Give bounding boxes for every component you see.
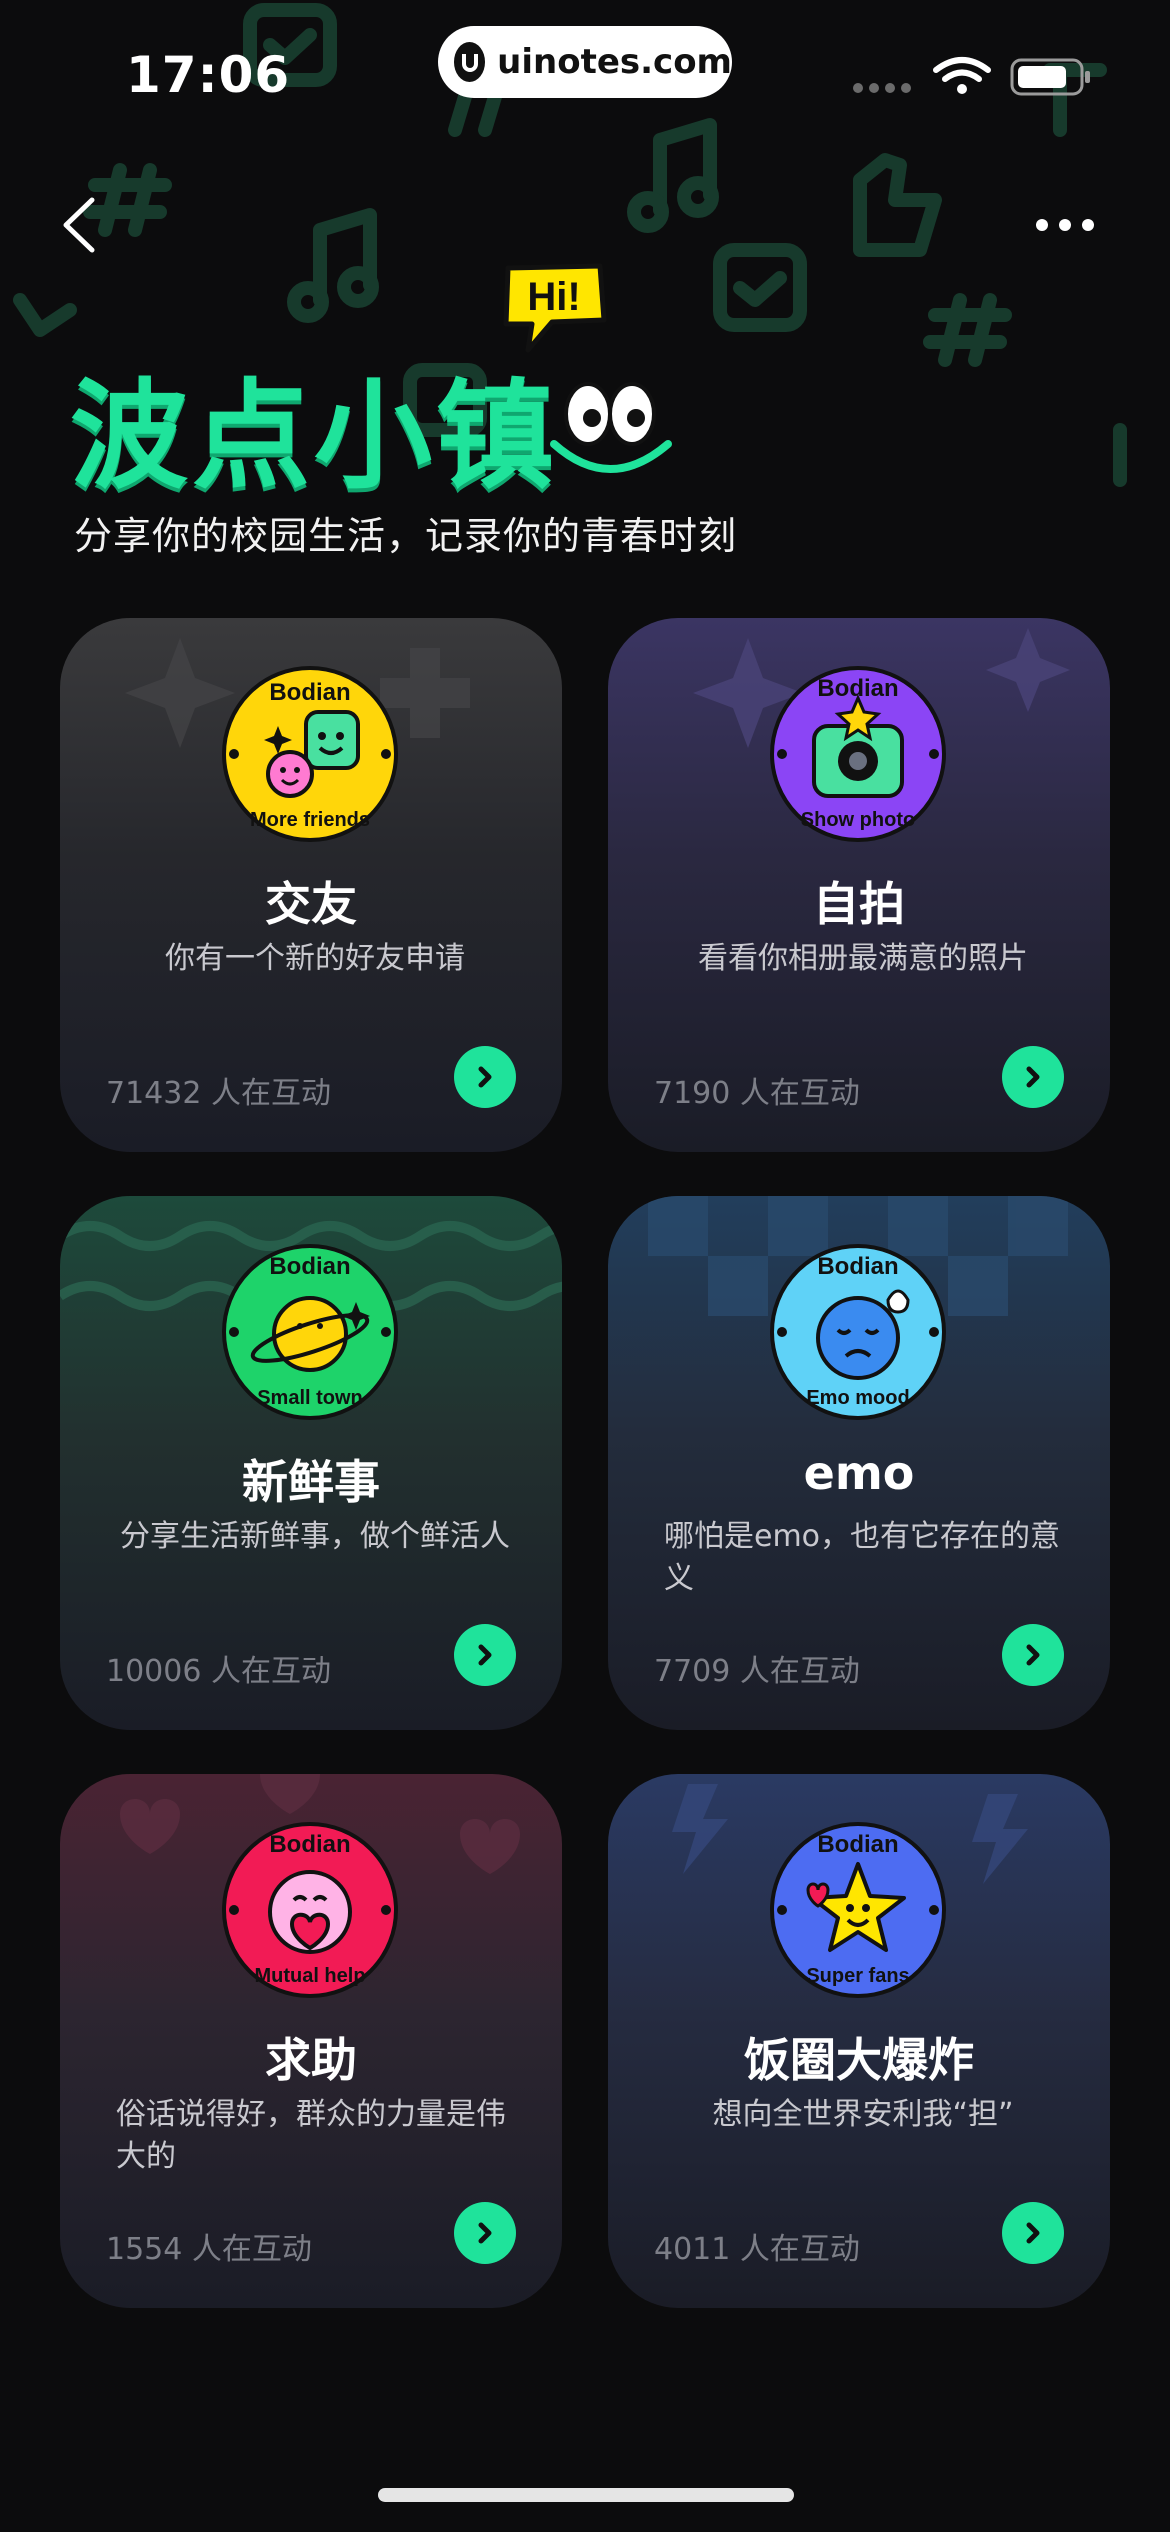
badge-bottom-text: Emo mood <box>806 1387 909 1409</box>
signal-icon <box>853 83 911 93</box>
topic-card-friends[interactable]: Bodian More friends 交友 你有一个新的好友申请 71432 … <box>60 618 562 1152</box>
topic-card-help[interactable]: Bodian Mutual help 求助 俗话说得好，群众的力量是伟大的 15… <box>60 1774 562 2308</box>
card-description: 哪怕是emo，也有它存在的意义 <box>664 1519 1061 1596</box>
topic-card-super-fans[interactable]: Bodian Super fans 饭圈大爆炸 想向全世界安利我“担” 4011… <box>608 1774 1110 2308</box>
card-interaction-count: 10006 人在互动 <box>106 1654 331 1689</box>
status-time: 17:06 <box>126 46 291 104</box>
card-go-button[interactable] <box>454 2202 516 2264</box>
hi-speech-bubble: Hi! <box>503 263 607 353</box>
badge-mutual-help-icon: Bodian Mutual help <box>222 1822 398 1998</box>
card-interaction-count: 1554 人在互动 <box>106 2232 312 2267</box>
chevron-right-icon <box>1026 1644 1040 1666</box>
home-indicator[interactable] <box>378 2488 794 2502</box>
more-ellipsis-icon[interactable] <box>1030 200 1100 250</box>
badge-small-town-icon: Bodian Small town <box>222 1244 398 1420</box>
card-go-button[interactable] <box>1002 1046 1064 1108</box>
card-description: 看看你相册最满意的照片 <box>698 941 1028 976</box>
topic-card-news[interactable]: Bodian Small town 新鲜事 分享生活新鲜事，做个鲜活人 1000… <box>60 1196 562 1730</box>
card-interaction-count: 7190 人在互动 <box>654 1076 860 1111</box>
battery-icon <box>1010 58 1090 96</box>
card-go-button[interactable] <box>1002 2202 1064 2264</box>
badge-more-friends-icon: Bodian More friends <box>222 666 398 842</box>
wifi-icon <box>933 57 991 82</box>
card-description: 分享生活新鲜事，做个鲜活人 <box>120 1519 510 1554</box>
card-title: 新鲜事 <box>242 1455 380 1509</box>
page-subtitle: 分享你的校园生活，记录你的青春时刻 <box>74 514 738 558</box>
smiley-eyes-icon <box>550 382 672 473</box>
badge-super-fans-icon: Bodian Super fans <box>770 1822 946 1998</box>
badge-top-text: Bodian <box>817 675 898 702</box>
card-description: 俗话说得好，群众的力量是伟大的 <box>116 2097 506 2174</box>
card-title: 交友 <box>265 877 357 931</box>
badge-top-text: Bodian <box>269 1253 350 1280</box>
badge-bottom-text: Show photo <box>801 809 915 831</box>
badge-top-text: Bodian <box>269 1831 350 1858</box>
url-text: uinotes.com <box>497 42 732 82</box>
chevron-right-icon <box>1026 1066 1040 1088</box>
card-description: 想向全世界安利我“担” <box>712 2097 1014 2132</box>
badge-bottom-text: Super fans <box>806 1965 909 1987</box>
card-title: 饭圈大爆炸 <box>744 2033 974 2087</box>
screen: 17:06 uinotes.com 波点小镇 Hi! 分享你的校园生活，记录你的… <box>0 0 1170 2532</box>
hi-text: Hi! <box>527 275 580 319</box>
badge-top-text: Bodian <box>817 1253 898 1280</box>
badge-bottom-text: Small town <box>257 1387 363 1409</box>
card-go-button[interactable] <box>454 1046 516 1108</box>
card-go-button[interactable] <box>1002 1624 1064 1686</box>
card-title: emo <box>803 1446 915 1500</box>
url-pill[interactable]: uinotes.com <box>438 26 732 98</box>
chevron-right-icon <box>1026 2222 1040 2244</box>
topic-card-emo[interactable]: Bodian Emo mood emo 哪怕是emo，也有它存在的意义 7709… <box>608 1196 1110 1730</box>
topic-card-selfie[interactable]: Bodian Show photo 自拍 看看你相册最满意的照片 7190 人在… <box>608 618 1110 1152</box>
badge-top-text: Bodian <box>817 1831 898 1858</box>
card-interaction-count: 7709 人在互动 <box>654 1654 860 1689</box>
uinotes-logo-icon <box>454 42 486 82</box>
card-title: 自拍 <box>813 877 905 931</box>
badge-show-photo-icon: Bodian Show photo <box>770 666 946 842</box>
badge-emo-mood-icon: Bodian Emo mood <box>770 1244 946 1420</box>
page-title: 波点小镇 <box>70 367 559 505</box>
status-icons <box>853 57 1090 96</box>
card-go-button[interactable] <box>454 1624 516 1686</box>
card-interaction-count: 71432 人在互动 <box>106 1076 331 1111</box>
badge-bottom-text: Mutual help <box>254 1965 365 1987</box>
chevron-right-icon <box>478 1644 492 1666</box>
chevron-right-icon <box>478 2222 492 2244</box>
chevron-right-icon <box>478 1066 492 1088</box>
badge-bottom-text: More friends <box>250 809 370 831</box>
badge-top-text: Bodian <box>269 679 350 706</box>
card-description: 你有一个新的好友申请 <box>165 941 465 976</box>
back-chevron-icon[interactable] <box>52 190 108 260</box>
card-title: 求助 <box>265 2033 357 2087</box>
card-interaction-count: 4011 人在互动 <box>654 2232 860 2267</box>
